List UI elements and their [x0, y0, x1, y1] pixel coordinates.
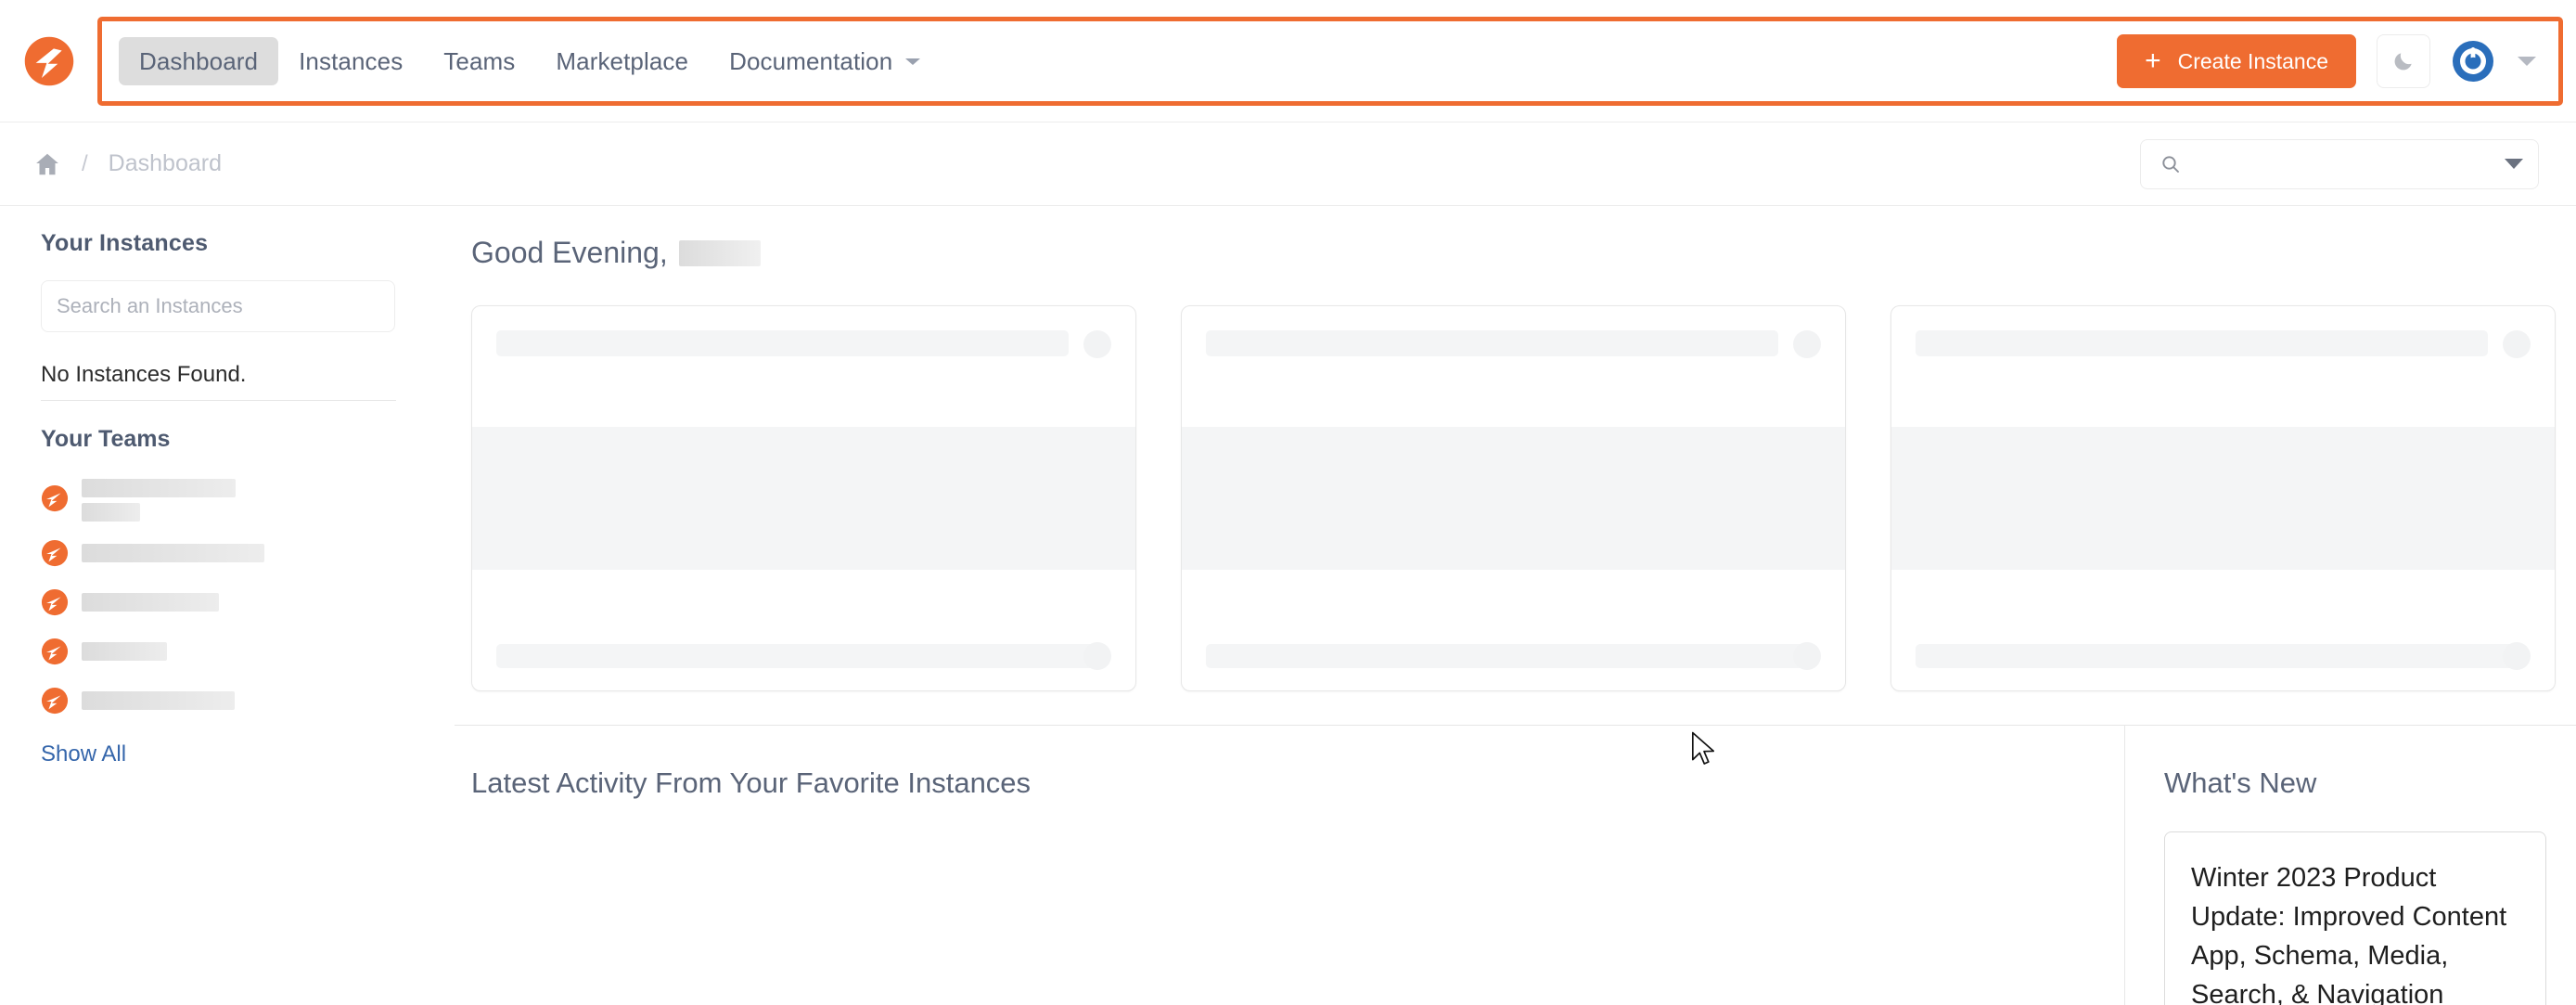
nav-item-marketplace[interactable]: Marketplace — [535, 37, 709, 85]
left-sidebar: Your Instances No Instances Found. Your … — [0, 206, 436, 1005]
no-instances-text: No Instances Found. — [41, 362, 247, 387]
skeleton-image-block — [1891, 427, 2555, 570]
skeleton-card-footer — [1206, 642, 1821, 670]
chevron-down-icon — [905, 58, 921, 65]
instances-search[interactable] — [41, 280, 395, 332]
lower-sections: Latest Activity From Your Favorite Insta… — [455, 725, 2576, 1005]
create-instance-button[interactable]: + Create Instance — [2117, 34, 2356, 88]
search-icon — [2162, 155, 2179, 173]
zesty-z-logo-icon — [41, 588, 69, 616]
skeleton-avatar-circle — [1083, 330, 1111, 358]
zesty-z-logo-icon — [41, 484, 69, 512]
latest-activity-title: Latest Activity From Your Favorite Insta… — [471, 767, 1032, 799]
user-avatar[interactable] — [2451, 39, 2495, 84]
latest-activity-section: Latest Activity From Your Favorite Insta… — [455, 725, 2124, 1005]
global-search[interactable] — [2140, 138, 2539, 189]
plus-icon: + — [2145, 45, 2161, 76]
breadcrumb: / Dashboard — [33, 150, 222, 178]
avatar-caret-down-icon[interactable] — [2518, 57, 2536, 66]
greeting-username-redacted — [678, 239, 761, 266]
skeleton-card-footer — [1916, 642, 2531, 670]
skeleton-avatar-circle — [2503, 330, 2531, 358]
greeting: Good Evening, — [471, 236, 2576, 270]
breadcrumb-current: Dashboard — [108, 150, 222, 176]
zesty-z-logo-icon — [41, 687, 69, 715]
skeleton-card[interactable] — [1181, 305, 1846, 691]
teams-list — [41, 473, 397, 721]
skeleton-title-bar — [1206, 330, 1778, 356]
nav-item-dashboard[interactable]: Dashboard — [119, 37, 279, 85]
instances-search-input[interactable] — [57, 294, 379, 318]
skeleton-card[interactable] — [1890, 305, 2556, 691]
team-name-redacted — [82, 593, 219, 612]
your-teams-heading: Your Teams — [41, 426, 171, 452]
nav-item-teams[interactable]: Teams — [423, 37, 535, 85]
main-content: Good Evening, Latest Activity From Your … — [436, 206, 2576, 1005]
zesty-z-logo-icon — [41, 638, 69, 665]
skeleton-footer-circle — [2503, 642, 2531, 670]
skeleton-footer-bar — [496, 644, 1096, 668]
whats-new-title: What's New — [2164, 767, 2317, 799]
nav-item-documentation-label: Documentation — [729, 47, 893, 75]
list-item[interactable] — [41, 582, 397, 623]
team-name-redacted — [82, 691, 235, 710]
whats-new-section: What's New Winter 2023 Product Update: I… — [2124, 725, 2576, 1005]
nav-item-documentation[interactable]: Documentation — [709, 37, 941, 85]
skeleton-image-block — [472, 427, 1135, 570]
list-item[interactable] — [41, 680, 397, 721]
team-name-redacted — [82, 479, 236, 522]
primary-nav: Dashboard Instances Teams Marketplace Do… — [119, 37, 941, 85]
nav-item-instances[interactable]: Instances — [278, 37, 423, 85]
sidebar-divider — [41, 400, 396, 401]
zesty-z-logo-icon — [24, 36, 73, 85]
breadcrumb-bar: / Dashboard — [0, 122, 2576, 206]
moon-icon — [2394, 53, 2412, 71]
skeleton-card-footer — [496, 642, 1111, 670]
instance-cards-row — [471, 305, 2576, 691]
skeleton-footer-bar — [1916, 644, 2516, 668]
list-item[interactable] — [41, 533, 397, 573]
skeleton-card-header — [1916, 330, 2531, 358]
skeleton-title-bar — [1916, 330, 2488, 356]
whats-new-article-card[interactable]: Winter 2023 Product Update: Improved Con… — [2164, 831, 2546, 1005]
list-item[interactable] — [41, 631, 397, 672]
skeleton-card-header — [496, 330, 1111, 358]
dashboard-page: Dashboard Instances Teams Marketplace Do… — [0, 0, 2576, 1005]
top-header: Dashboard Instances Teams Marketplace Do… — [0, 0, 2576, 122]
whats-new-article-title: Winter 2023 Product Update: Improved Con… — [2191, 863, 2507, 1005]
primary-nav-highlighted: Dashboard Instances Teams Marketplace Do… — [97, 17, 2563, 106]
skeleton-title-bar — [496, 330, 1069, 356]
your-instances-heading: Your Instances — [41, 230, 209, 256]
team-name-redacted — [82, 642, 167, 661]
skeleton-footer-circle — [1083, 642, 1111, 670]
team-name-redacted — [82, 544, 264, 562]
header-actions: + Create Instance — [2117, 34, 2542, 88]
greeting-text: Good Evening, — [471, 236, 668, 269]
page-body: Your Instances No Instances Found. Your … — [0, 206, 2576, 1005]
home-icon[interactable] — [33, 150, 61, 178]
skeleton-image-block — [1182, 427, 1845, 570]
skeleton-avatar-circle — [1793, 330, 1821, 358]
brand-logo[interactable] — [0, 0, 97, 122]
global-search-input[interactable] — [2193, 153, 2493, 174]
dark-mode-toggle[interactable] — [2377, 34, 2430, 88]
breadcrumb-separator: / — [82, 150, 88, 176]
skeleton-card[interactable] — [471, 305, 1136, 691]
create-instance-label: Create Instance — [2177, 48, 2328, 73]
list-item[interactable] — [41, 479, 397, 522]
skeleton-footer-bar — [1206, 644, 1806, 668]
skeleton-card-header — [1206, 330, 1821, 358]
zesty-z-logo-icon — [41, 539, 69, 567]
search-dropdown-caret-icon[interactable] — [2505, 159, 2523, 169]
skeleton-footer-circle — [1793, 642, 1821, 670]
show-all-teams-link[interactable]: Show All — [41, 741, 397, 767]
